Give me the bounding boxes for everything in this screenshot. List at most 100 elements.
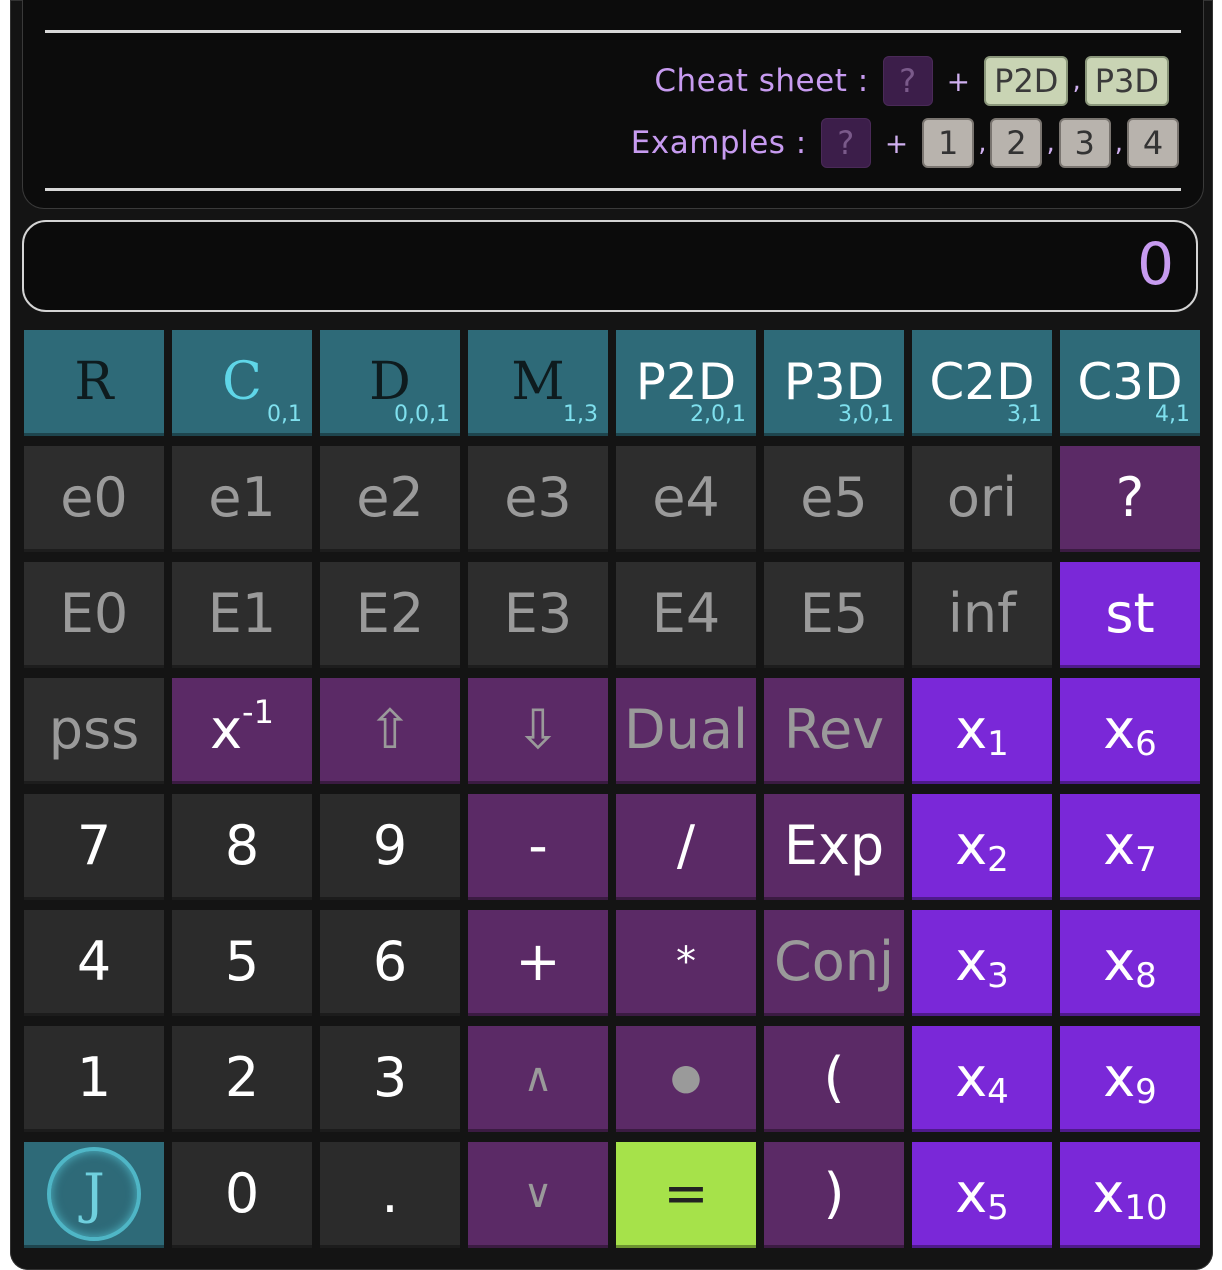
infinity-button[interactable]: inf (912, 562, 1052, 668)
hint-key-3: 3 (1058, 118, 1111, 168)
memory-base: x (1092, 1162, 1125, 1225)
memory-index: 8 (1135, 955, 1157, 996)
conjugate-button[interactable]: Conj (764, 910, 904, 1016)
cheat-sheet-row: Cheat sheet : ? + P2D , P3D (654, 54, 1169, 108)
examples-label: Examples : (630, 125, 807, 161)
digit-7-button[interactable]: 7 (24, 794, 164, 900)
open-paren-button[interactable]: ( (764, 1026, 904, 1132)
memory-x7-button[interactable]: x7 (1060, 794, 1200, 900)
decimal-button[interactable]: . (320, 1142, 460, 1248)
digit-5-button[interactable]: 5 (172, 910, 312, 1016)
memory-base: x (1103, 1046, 1136, 1109)
algebra-label: M (511, 351, 565, 412)
close-paren-button[interactable]: ) (764, 1142, 904, 1248)
divide-button[interactable]: / (616, 794, 756, 900)
equals-button[interactable]: = (616, 1142, 756, 1248)
basis-E4-button[interactable]: E4 (616, 562, 756, 668)
calculator-window: Cheat sheet : ? + P2D , P3D Examples : ?… (10, 0, 1213, 1270)
basis-e3-button[interactable]: e3 (468, 446, 608, 552)
hint-key-p3d: P3D (1084, 56, 1169, 106)
divider (45, 188, 1181, 191)
logo-button[interactable]: J (24, 1142, 164, 1248)
store-button[interactable]: st (1060, 562, 1200, 668)
basis-E2-button[interactable]: E2 (320, 562, 460, 668)
comma: , (1072, 66, 1081, 96)
memory-x8-button[interactable]: x8 (1060, 910, 1200, 1016)
basis-E0-button[interactable]: E0 (24, 562, 164, 668)
algebra-signature: 2,0,1 (690, 402, 746, 427)
grade-down-icon[interactable]: ⇩ (468, 678, 608, 784)
examples-row: Examples : ? + 1 , 2 , 3 , 4 (631, 116, 1179, 170)
memory-x1-button[interactable]: x1 (912, 678, 1052, 784)
reverse-button[interactable]: Rev (764, 678, 904, 784)
cheat-sheet-label: Cheat sheet : (654, 63, 869, 99)
comma: , (1114, 128, 1123, 158)
algebra-d-button[interactable]: D 0,0,1 (320, 330, 460, 436)
algebra-r-button[interactable]: R (24, 330, 164, 436)
help-key-icon: ? (820, 118, 871, 168)
memory-base: x (955, 814, 988, 877)
basis-e2-button[interactable]: e2 (320, 446, 460, 552)
wedge-button[interactable]: ∧ (468, 1026, 608, 1132)
digit-4-button[interactable]: 4 (24, 910, 164, 1016)
digit-6-button[interactable]: 6 (320, 910, 460, 1016)
hint-key-1: 1 (922, 118, 975, 168)
digit-1-button[interactable]: 1 (24, 1026, 164, 1132)
algebra-c3d-button[interactable]: C3D 4,1 (1060, 330, 1200, 436)
help-button[interactable]: ? (1060, 446, 1200, 552)
memory-x10-button[interactable]: x 10 (1060, 1142, 1200, 1248)
divider (45, 30, 1181, 33)
basis-E1-button[interactable]: E1 (172, 562, 312, 668)
pseudoscalar-button[interactable]: pss (24, 678, 164, 784)
algebra-p3d-button[interactable]: P3D 3,0,1 (764, 330, 904, 436)
exp-button[interactable]: Exp (764, 794, 904, 900)
algebra-c2d-button[interactable]: C2D 3,1 (912, 330, 1052, 436)
memory-index: 6 (1135, 723, 1157, 764)
algebra-signature: 0,0,1 (394, 402, 450, 427)
memory-x5-button[interactable]: x5 (912, 1142, 1052, 1248)
dual-button[interactable]: Dual (616, 678, 756, 784)
plus-sign: + (946, 64, 971, 98)
basis-e4-button[interactable]: e4 (616, 446, 756, 552)
algebra-label: C (222, 351, 262, 412)
help-key-icon: ? (882, 56, 933, 106)
memory-x9-button[interactable]: x9 (1060, 1026, 1200, 1132)
basis-e5-button[interactable]: e5 (764, 446, 904, 552)
multiply-button[interactable]: * (616, 910, 756, 1016)
plus-button[interactable]: + (468, 910, 608, 1016)
hint-key-p2d: P2D (984, 56, 1069, 106)
result-display: 0 (22, 220, 1198, 312)
hint-key-4: 4 (1127, 118, 1179, 168)
memory-x3-button[interactable]: x3 (912, 910, 1052, 1016)
origin-button[interactable]: ori (912, 446, 1052, 552)
basis-e0-button[interactable]: e0 (24, 446, 164, 552)
memory-x6-button[interactable]: x6 (1060, 678, 1200, 784)
algebra-c-button[interactable]: C 0,1 (172, 330, 312, 436)
basis-E5-button[interactable]: E5 (764, 562, 904, 668)
grade-up-icon[interactable]: ⇧ (320, 678, 460, 784)
digit-2-button[interactable]: 2 (172, 1026, 312, 1132)
help-panel: Cheat sheet : ? + P2D , P3D Examples : ?… (22, 0, 1204, 209)
memory-x4-button[interactable]: x4 (912, 1026, 1052, 1132)
digit-3-button[interactable]: 3 (320, 1026, 460, 1132)
inner-product-button[interactable]: ● (616, 1026, 756, 1132)
memory-index: 2 (987, 839, 1009, 880)
inverse-button[interactable]: x -1 (172, 678, 312, 784)
algebra-p2d-button[interactable]: P2D 2,0,1 (616, 330, 756, 436)
memory-x2-button[interactable]: x2 (912, 794, 1052, 900)
j-logo-icon: J (47, 1146, 141, 1241)
basis-e1-button[interactable]: e1 (172, 446, 312, 552)
vee-button[interactable]: ∨ (468, 1142, 608, 1248)
algebra-signature: 1,3 (563, 402, 598, 427)
comma: , (1046, 128, 1055, 158)
memory-index: 5 (987, 1187, 1009, 1228)
basis-E3-button[interactable]: E3 (468, 562, 608, 668)
digit-9-button[interactable]: 9 (320, 794, 460, 900)
digit-8-button[interactable]: 8 (172, 794, 312, 900)
algebra-signature: 0,1 (267, 402, 302, 427)
memory-index: 10 (1124, 1187, 1168, 1228)
digit-0-button[interactable]: 0 (172, 1142, 312, 1248)
algebra-signature: 3,0,1 (838, 402, 894, 427)
minus-button[interactable]: - (468, 794, 608, 900)
algebra-m-button[interactable]: M 1,3 (468, 330, 608, 436)
